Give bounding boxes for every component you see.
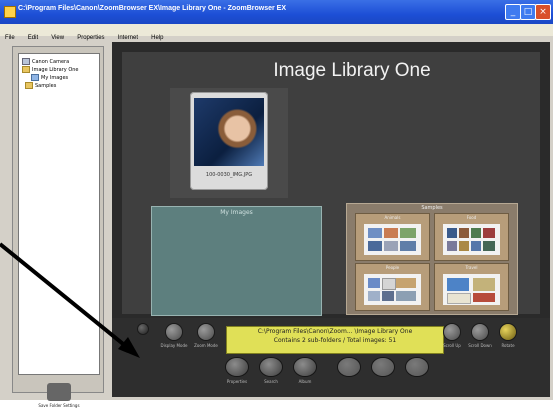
- save-folder-label: Save Folder Settings: [38, 403, 80, 408]
- app-window: C:\Program Files\Canon\ZoomBrowser EX\Im…: [0, 0, 553, 408]
- annotation-arrow-icon: [0, 242, 140, 358]
